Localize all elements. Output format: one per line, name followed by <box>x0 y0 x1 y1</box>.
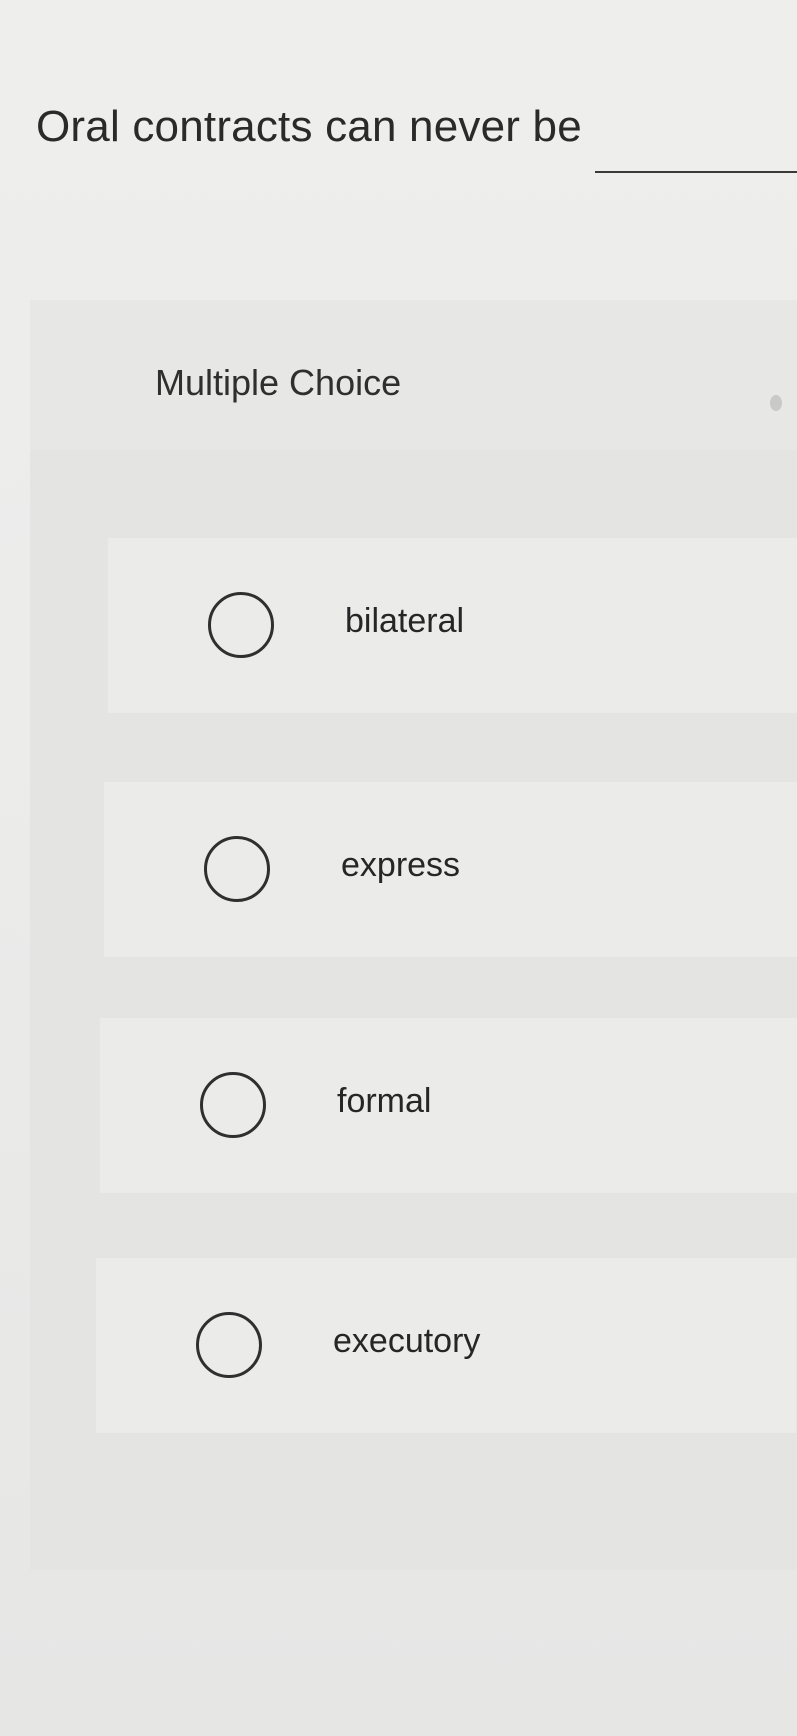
option-bilateral[interactable]: bilateral <box>108 538 797 713</box>
option-label: bilateral <box>345 602 465 640</box>
question-text: Oral contracts can never be <box>36 102 582 151</box>
answer-blank <box>595 171 797 173</box>
radio-button-icon[interactable] <box>208 592 274 658</box>
panel-header: Multiple Choice <box>30 300 797 450</box>
radio-button-icon[interactable] <box>196 1312 262 1378</box>
radio-button-icon[interactable] <box>204 836 270 902</box>
option-label: formal <box>337 1082 432 1120</box>
option-formal[interactable]: formal <box>100 1018 797 1193</box>
question-type-label: Multiple Choice <box>155 362 402 403</box>
radio-button-icon[interactable] <box>200 1072 266 1138</box>
option-label: express <box>341 846 461 884</box>
option-express[interactable]: express <box>104 782 797 957</box>
scroll-indicator <box>770 395 782 411</box>
multiple-choice-panel: Multiple Choice bilateral express formal… <box>30 300 797 1570</box>
option-executory[interactable]: executory <box>96 1258 796 1433</box>
option-label: executory <box>333 1322 481 1360</box>
